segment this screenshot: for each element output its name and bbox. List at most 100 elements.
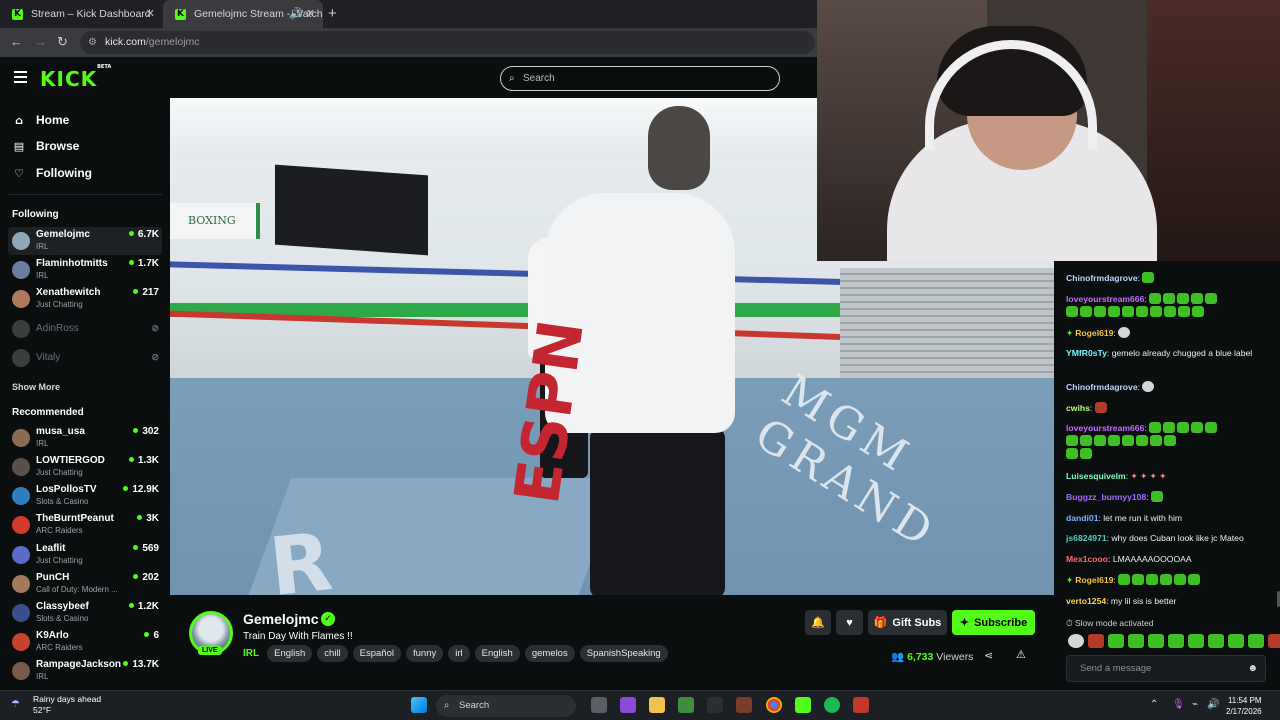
sidebar-item-browse[interactable]: ▤ Browse [12,137,80,155]
chat-username[interactable]: Buggzz_bunnyy108 [1066,492,1146,502]
chat-username[interactable]: Rogel619 [1075,575,1113,585]
reload-icon[interactable]: ↻ [57,34,68,50]
viewer-count: 1.7K [129,258,159,269]
search-input[interactable]: ⌕ Search [500,66,780,91]
emote-icon[interactable] [1188,634,1204,648]
channel-item-gemelojmc[interactable]: Gemelojmc IRL 6.7K [8,227,162,255]
app-icon[interactable] [678,697,694,713]
chat-username[interactable]: js6824971 [1066,533,1107,543]
chat-username[interactable]: Mex1cooo [1066,554,1108,564]
channel-item-musa-usa[interactable]: musa_usa IRL 302 [8,424,162,452]
chrome-icon[interactable] [766,697,782,713]
chat-username[interactable]: loveyourstream666 [1066,423,1144,433]
channel-item-theburntpeanut[interactable]: TheBurntPeanut ARC Raiders 3K [8,511,162,539]
site-settings-icon[interactable]: ⚙ [88,31,97,54]
tag-chip[interactable]: English [474,645,520,662]
channel-item-k9arlo[interactable]: K9Arlo ARC Raiders 6 [8,628,162,656]
follow-button[interactable]: ♥ [836,610,863,635]
tag-chip[interactable]: gemelos [524,645,575,662]
tray-chevron-icon[interactable]: ⌃ [1150,699,1158,710]
channel-item-adinross[interactable]: AdinRoss ⊘ [8,315,162,343]
tag-chip[interactable]: SpanishSpeaking [579,645,668,662]
tag-chip[interactable]: Español [352,645,401,662]
hamburger-menu-icon[interactable] [14,71,27,83]
tag-chip[interactable]: chill [317,645,348,662]
app-icon[interactable] [736,697,752,713]
chat-username[interactable]: Luisesquivelm [1066,471,1126,481]
chat-username[interactable]: dandi01 [1066,513,1098,523]
channel-item-lospollostv[interactable]: LosPollosTV Slots & Casino 12.9K [8,482,162,510]
emote-icon[interactable] [1268,634,1280,648]
chat-username[interactable]: Chinofrmdagrove [1066,382,1138,392]
chat-username[interactable]: verto1254 [1066,596,1106,606]
emote-icon[interactable] [1088,634,1104,648]
channel-item-xenathewitch[interactable]: Xenathewitch Just Chatting 217 [8,285,162,313]
emote-icon[interactable] [1208,634,1224,648]
task-view-icon[interactable] [591,697,607,713]
file-explorer-icon[interactable] [649,697,665,713]
volume-icon[interactable]: 🔊 [1207,699,1219,710]
chat-username[interactable]: cwihs [1066,403,1090,413]
emote-icon[interactable] [1128,634,1144,648]
emote-icon[interactable] [1148,634,1164,648]
tag-chip[interactable]: English [267,645,313,662]
channel-item-rampagejackson[interactable]: RampageJackson IRL 13.7K [8,657,162,685]
app-icon[interactable] [853,697,869,713]
emote-icon[interactable] [1068,634,1084,648]
taskbar-search[interactable]: ⌕ Search [436,695,576,717]
url-field[interactable]: ⚙ kick.com/gemelojmc [80,31,815,54]
channel-item-leaflit[interactable]: Leaflit Just Chatting 569 [8,541,162,569]
channel-item-vitaly[interactable]: Vitaly ⊘ [8,344,162,372]
avatar [12,546,30,564]
emote-icon[interactable] [1108,634,1124,648]
tag-chip[interactable]: funny [406,645,444,662]
report-icon[interactable]: ⚠ [1016,648,1026,661]
sidebar-item-following[interactable]: ♡ Following [12,164,92,182]
sidebar-item-home[interactable]: ⌂ Home [12,111,69,129]
chat-username[interactable]: loveyourstream666 [1066,294,1144,304]
channel-item-flaminhotmitts[interactable]: Flaminhotmitts IRL 1.7K [8,256,162,284]
chat-username[interactable]: YMfR0sTy [1066,348,1107,358]
taskbar-clock[interactable]: 11:54 PM 2/17/2026 [1226,695,1262,717]
kick-app-icon[interactable] [795,697,811,713]
channel-item-classybeef[interactable]: Classybeef Slots & Casino 1.2K [8,599,162,627]
forward-icon[interactable]: → [34,34,47,49]
channel-name[interactable]: Gemelojmc [243,611,318,627]
close-tab-icon[interactable]: ✕ [306,7,315,20]
channel-item-lowtiergod[interactable]: LOWTIERGOD Just Chatting 1.3K [8,453,162,481]
browser-tab-stream[interactable]: K Gemelojmc Stream - Watch 🔊 ✕ [163,0,323,28]
show-more-button[interactable]: Show More [12,382,60,392]
emote-icon[interactable] [1228,634,1244,648]
browser-tab-dashboard[interactable]: K Stream – Kick Dashboard ✕ [0,0,163,28]
chat-message: loveyourstream666: [1066,422,1270,461]
microphone-icon[interactable]: 🎙 [1172,699,1185,710]
chat-username[interactable]: Chinofrmdagrove [1066,273,1138,283]
emote-icon [1094,402,1107,413]
audio-playing-icon[interactable]: 🔊 [289,7,303,20]
subscribe-button[interactable]: ✦ Subscribe [952,610,1035,635]
emote-icon[interactable] [1248,634,1264,648]
share-icon[interactable]: ⋖ [984,649,993,662]
channel-item-punch[interactable]: PunCH Call of Duty: Modern ... 202 [8,570,162,598]
tag-chip[interactable]: irl [448,645,470,662]
search-placeholder: Search [523,73,555,84]
stream-category[interactable]: IRL [243,648,259,659]
kick-logo[interactable]: KICKBETA [40,64,111,91]
offline-icon: ⊘ [151,323,159,333]
emoji-picker-icon[interactable]: ☻ [1247,656,1258,681]
chat-username[interactable]: Rogel619 [1075,328,1113,338]
back-icon[interactable]: ← [10,34,23,49]
close-tab-icon[interactable]: ✕ [146,7,155,20]
notification-bell-button[interactable]: 🔔 [805,610,831,635]
gift-subs-button[interactable]: 🎁 Gift Subs [868,610,947,635]
app-icon[interactable] [620,697,636,713]
emote-icon[interactable] [1168,634,1184,648]
weather-widget[interactable]: ☂ Rainy days ahead 52°F [11,694,101,716]
heart-icon: ♡ [14,166,24,180]
chat-input[interactable]: Send a message ☻ [1066,655,1266,682]
spotify-icon[interactable] [824,697,840,713]
app-icon[interactable] [707,697,723,713]
windows-start-icon[interactable] [411,697,427,713]
new-tab-icon[interactable]: + [328,5,337,22]
network-icon[interactable]: ⌁ [1192,699,1198,710]
